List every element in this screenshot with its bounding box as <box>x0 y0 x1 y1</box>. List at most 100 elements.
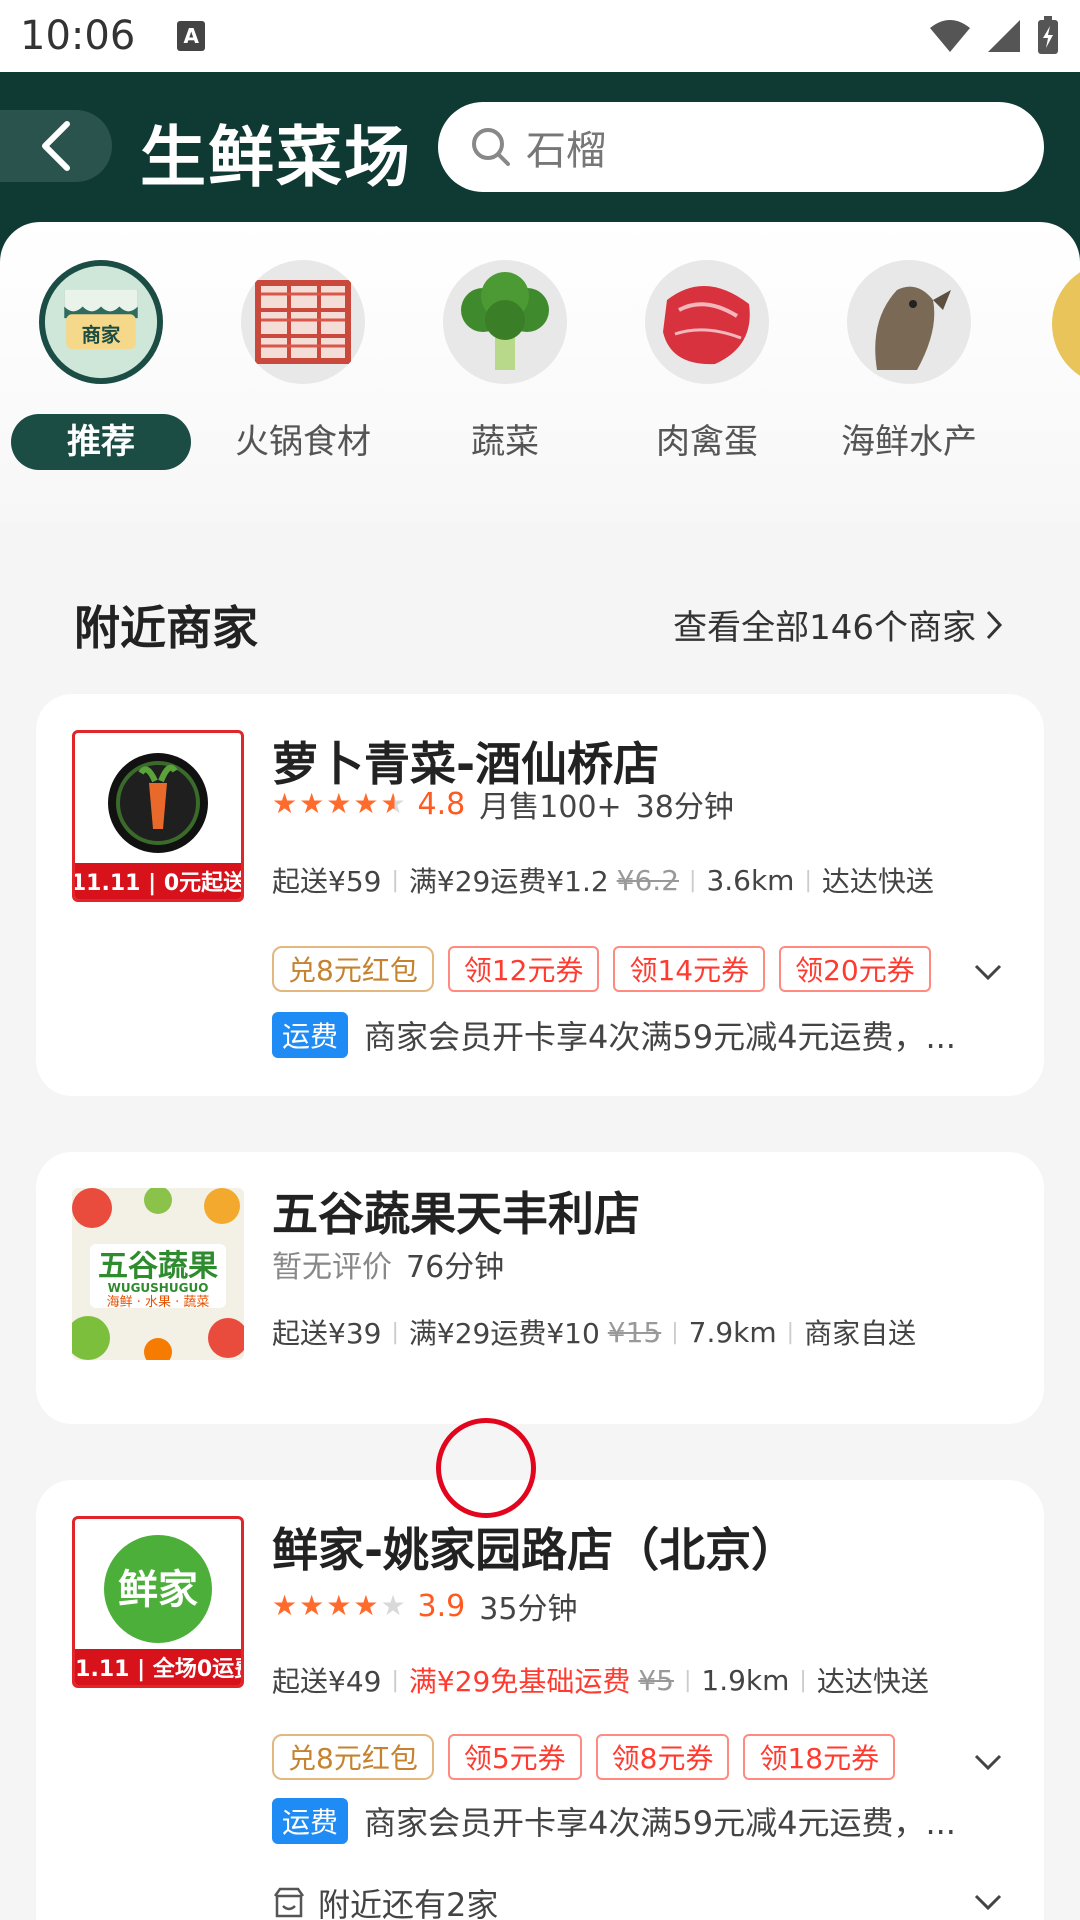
coupon-tag[interactable]: 领12元券 <box>447 946 600 992</box>
promo-badge: 运费 <box>272 1012 349 1058</box>
search-icon <box>472 128 510 166</box>
expand-button[interactable] <box>968 952 1008 992</box>
distance: 3.6km <box>706 863 795 897</box>
carrier: 达达快送 <box>821 865 934 898</box>
coupon-tags: 兑8元红包 领12元券 领14元券 领20元券 <box>272 946 931 992</box>
merchant-logo: 11.11 | 0元起送 <box>72 730 244 902</box>
nearby-text: 附近还有2家 <box>318 1886 499 1920</box>
expand-nearby-button[interactable] <box>968 1882 1008 1920</box>
carrier: 达达快送 <box>816 1665 929 1698</box>
star-icon: ★ <box>380 1589 406 1622</box>
page-title: 生鲜菜场 <box>140 119 412 196</box>
delivery-fee: 满¥29免基础运费 <box>408 1665 631 1698</box>
promo-badge: 运费 <box>272 1798 349 1844</box>
original-fee: ¥6.2 <box>616 863 680 897</box>
status-time: 10:06 <box>20 13 136 59</box>
expand-button[interactable] <box>968 1742 1008 1782</box>
chevron-right-icon <box>986 610 1003 639</box>
merchant-card[interactable]: 五谷蔬果 WUGUSHUGUO 海鲜 · 水果 · 蔬菜 五谷蔬果天丰利店 暂无… <box>36 1152 1044 1424</box>
star-icon: ★ <box>326 1589 352 1622</box>
rating-value: 3.9 <box>417 1588 466 1624</box>
promo-row: 运费 商家会员开卡享4次满59元减4元运费，... <box>272 1012 956 1058</box>
status-icons <box>928 16 1060 56</box>
original-fee: ¥5 <box>638 1663 674 1697</box>
merchant-card[interactable]: 11.11 | 0元起送 萝卜青菜-酒仙桥店 ★ ★ ★ ★ ★ 4.8 月售1… <box>36 694 1044 1096</box>
hotpot-image <box>241 260 365 384</box>
search-input[interactable]: 石榴 <box>438 102 1044 192</box>
category-vegetables[interactable]: 蔬菜 <box>405 260 605 470</box>
monthly-sales: 月售100+ <box>479 790 622 825</box>
star-rating: ★ ★ ★ ★ ★ <box>272 790 406 818</box>
category-label: 海鲜水产 <box>841 422 977 462</box>
rating-row: 暂无评价 76分钟 <box>272 1242 504 1286</box>
merchant-logo: 鲜家 11.11 | 全场0运费 <box>72 1516 244 1688</box>
fish-image <box>847 260 971 384</box>
rating-value: 4.8 <box>417 786 466 822</box>
carrier: 商家自送 <box>804 1317 917 1350</box>
category-meat[interactable]: 肉禽蛋 <box>607 260 807 470</box>
wifi-icon <box>930 20 970 52</box>
min-order: 起送¥59 <box>272 865 382 898</box>
view-all-merchants-link[interactable]: 查看全部146个商家 <box>673 600 1004 649</box>
signal-icon <box>988 20 1020 52</box>
merchant-card[interactable]: 鲜家 11.11 | 全场0运费 鲜家-姚家园路店（北京） ★ ★ ★ ★ ★ … <box>36 1480 1044 1920</box>
star-icon: ★ <box>353 1589 379 1622</box>
store-icon <box>273 1887 305 1918</box>
logo-caption: 海鲜 · 水果 · 蔬菜 <box>107 1295 210 1310</box>
star-icon: ★ <box>299 1589 325 1622</box>
delivery-fee: 满¥29运费¥1.2 <box>408 865 609 898</box>
section-title: 附近商家 <box>74 601 258 655</box>
merchant-name: 鲜家-姚家园路店（北京） <box>272 1523 798 1577</box>
nearby-row[interactable]: 附近还有2家 <box>272 1880 498 1920</box>
star-icon: ★ <box>272 787 298 820</box>
star-icon: ★ <box>299 787 325 820</box>
promo-text: 商家会员开卡享4次满59元减4元运费，... <box>364 1804 956 1842</box>
category-seafood[interactable]: 海鲜水产 <box>809 260 1009 470</box>
distance: 1.9km <box>701 1663 790 1697</box>
category-label: 推荐 <box>11 414 191 470</box>
rating-row: ★ ★ ★ ★ ★ 4.8 月售100+ 38分钟 <box>272 782 734 826</box>
coupon-tag[interactable]: 领14元券 <box>613 946 766 992</box>
category-label: 肉禽蛋 <box>656 422 758 462</box>
touch-indicator <box>436 1418 536 1518</box>
back-button[interactable] <box>0 110 112 182</box>
half-star-icon: ★ <box>380 787 406 820</box>
logo-banner: 11.11 | 0元起送 <box>75 863 241 899</box>
delivery-time: 76分钟 <box>406 1250 505 1285</box>
category-recommend[interactable]: 商家 推荐 <box>1 260 201 470</box>
no-rating: 暂无评价 <box>272 1250 392 1285</box>
category-bar: 商家 推荐 火锅食材 蔬菜 肉禽蛋 海鲜水产 <box>0 222 1080 522</box>
logo-subtitle: WUGUSHUGUO <box>108 1281 209 1295</box>
category-more-image[interactable] <box>1052 262 1080 386</box>
red-packet-tag[interactable]: 兑8元红包 <box>272 1734 434 1780</box>
min-order: 起送¥39 <box>272 1317 382 1350</box>
star-icon: ★ <box>326 787 352 820</box>
star-rating: ★ ★ ★ ★ ★ <box>272 1592 406 1620</box>
chevron-left-icon <box>42 121 70 171</box>
coupon-tag[interactable]: 领8元券 <box>595 1734 730 1780</box>
category-label: 火锅食材 <box>235 422 371 462</box>
notification-icon: A <box>177 21 206 51</box>
category-hotpot[interactable]: 火锅食材 <box>203 260 403 470</box>
coupon-tag[interactable]: 领5元券 <box>447 1734 582 1780</box>
coupon-tags: 兑8元红包 领5元券 领8元券 领18元券 <box>272 1734 896 1780</box>
chevron-down-icon <box>974 1754 1002 1771</box>
view-all-label: 查看全部146个商家 <box>673 608 976 648</box>
category-label: 蔬菜 <box>471 422 539 462</box>
coupon-tag[interactable]: 领18元券 <box>743 1734 896 1780</box>
logo-title: 五谷蔬果 <box>98 1249 218 1284</box>
chevron-down-icon <box>974 1894 1002 1911</box>
chevron-down-icon <box>974 964 1002 981</box>
search-placeholder: 石榴 <box>526 128 606 174</box>
min-order: 起送¥49 <box>272 1665 382 1698</box>
red-packet-tag[interactable]: 兑8元红包 <box>272 946 434 992</box>
steak-image <box>645 260 769 384</box>
logo-title: 鲜家 <box>118 1567 198 1613</box>
promo-text: 商家会员开卡享4次满59元减4元运费，... <box>364 1018 956 1056</box>
merchant-name: 五谷蔬果天丰利店 <box>272 1187 640 1241</box>
star-icon: ★ <box>272 1589 298 1622</box>
logo-banner: 11.11 | 全场0运费 <box>75 1649 241 1685</box>
battery-icon <box>1038 16 1058 54</box>
delivery-time: 38分钟 <box>635 790 734 825</box>
coupon-tag[interactable]: 领20元券 <box>779 946 931 992</box>
